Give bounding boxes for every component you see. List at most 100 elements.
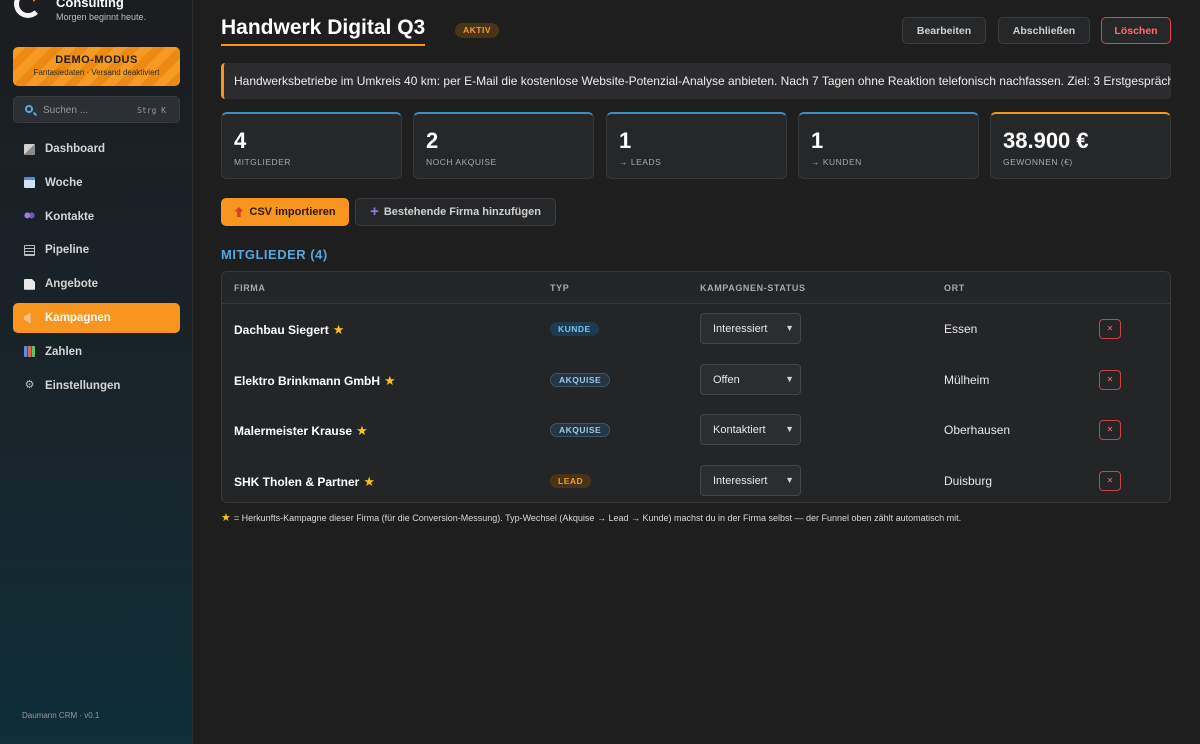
campaign-status-value: Interessiert	[713, 323, 768, 335]
column-header-firma[interactable]: FIRMA	[234, 283, 266, 293]
sidebar-item-label: Angebote	[45, 278, 99, 291]
add-company-label: Bestehende Firma hinzufügen	[383, 206, 541, 218]
stat-value: 38.900 €	[1003, 128, 1089, 153]
chart-icon	[24, 346, 35, 358]
star-icon: ★	[363, 473, 376, 489]
brand[interactable]: Consulting Morgen beginnt heute.	[12, 0, 182, 30]
sidebar: Consulting Morgen beginnt heute. DEMO-MO…	[0, 0, 193, 744]
column-header-typ[interactable]: TYP	[550, 283, 569, 293]
campaign-description: Handwerksbetriebe im Umkreis 40 km: per …	[221, 63, 1171, 99]
logo-icon	[14, 0, 42, 18]
stat-value: 2	[426, 128, 439, 153]
sidebar-item-label: Kampagnen	[45, 311, 111, 324]
stat-card-won: 38.900 € GEWONNEN (€)	[990, 112, 1171, 179]
column-header-ort[interactable]: ORT	[944, 283, 965, 293]
campaign-status-value: Offen	[713, 373, 740, 386]
company-name: Malermeister Krause	[234, 424, 353, 438]
type-badge: LEAD	[550, 473, 592, 488]
app-version: Daumann CRM · v0.1	[22, 711, 100, 720]
location: Duisburg	[944, 473, 993, 488]
remove-member-button[interactable]: ✕	[1099, 470, 1121, 491]
sidebar-item-dashboard[interactable]: Dashboard	[13, 134, 180, 164]
sidebar-item-angebote[interactable]: Angebote	[13, 269, 180, 299]
stat-card-acquisition: 2 NOCH AKQUISE	[413, 112, 594, 179]
demo-mode-banner: DEMO-MODUS Fantasiedaten · Versand deakt…	[13, 47, 180, 86]
chevron-down-icon: ▼	[785, 424, 794, 434]
csv-import-button[interactable]: CSV importieren	[221, 198, 349, 226]
stat-value: 4	[234, 128, 247, 153]
brand-name: Consulting	[56, 0, 124, 10]
location: Oberhausen	[944, 423, 1011, 437]
remove-member-button[interactable]: ✕	[1099, 369, 1121, 390]
company-link[interactable]: Dachbau Siegert ★	[234, 322, 344, 338]
demo-mode-title: DEMO-MODUS	[55, 54, 138, 66]
finish-button[interactable]: Abschließen	[998, 17, 1090, 44]
campaign-status-select[interactable]: Interessiert ▼	[700, 464, 801, 496]
chevron-down-icon: ▼	[785, 474, 794, 485]
sidebar-item-woche[interactable]: Woche	[13, 168, 180, 198]
sidebar-item-label: Zahlen	[45, 345, 83, 358]
campaign-status-select[interactable]: Interessiert ▼	[700, 313, 801, 344]
type-badge: KUNDE	[550, 322, 599, 336]
column-header-status[interactable]: KAMPAGNEN-STATUS	[700, 283, 806, 293]
sidebar-item-kampagnen[interactable]: Kampagnen	[13, 302, 180, 333]
sidebar-nav: Dashboard Woche Kontakte Pipeline Angebo…	[13, 134, 180, 404]
csv-import-label: CSV importieren	[249, 206, 336, 218]
star-icon: ★	[356, 423, 368, 438]
star-icon: ★	[221, 512, 231, 524]
stat-label: NOCH AKQUISE	[426, 157, 497, 167]
pipeline-icon	[24, 244, 35, 256]
table-header: FIRMA TYP KAMPAGNEN-STATUS ORT	[222, 272, 1170, 304]
brand-tagline: Morgen beginnt heute.	[56, 12, 147, 22]
remove-member-button[interactable]: ✕	[1099, 319, 1121, 339]
search-shortcut: Strg K	[137, 106, 166, 115]
stat-card-members: 4 MITGLIEDER	[221, 112, 402, 179]
add-company-button[interactable]: + Bestehende Firma hinzufügen	[355, 198, 556, 226]
location: Mülheim	[944, 372, 990, 387]
sidebar-item-einstellungen[interactable]: ⚙ Einstellungen	[13, 371, 180, 401]
company-name: SHK Tholen & Partner	[234, 474, 360, 489]
edit-button[interactable]: Bearbeiten	[902, 17, 986, 44]
upload-icon	[234, 207, 244, 217]
sidebar-item-label: Einstellungen	[45, 379, 121, 392]
company-name: Dachbau Siegert	[234, 323, 329, 337]
company-link[interactable]: Malermeister Krause ★	[234, 423, 368, 439]
sidebar-item-label: Dashboard	[45, 143, 106, 155]
main-content: Handwerk Digital Q3 AKTIV Bearbeiten Abs…	[193, 0, 1200, 744]
plus-icon: +	[370, 203, 379, 220]
company-link[interactable]: SHK Tholen & Partner ★	[234, 474, 375, 490]
campaign-status-select[interactable]: Kontaktiert ▼	[700, 414, 801, 445]
stat-card-customers: 1 → KUNDEN	[798, 112, 979, 179]
footnote-text: = Herkunfts-Kampagne dieser Firma (für d…	[233, 513, 962, 523]
calendar-icon	[24, 177, 35, 189]
stat-value: 1	[619, 128, 632, 153]
search-input[interactable]: Suchen ... Strg K	[13, 96, 180, 123]
search-placeholder: Suchen ...	[43, 105, 89, 116]
status-badge: AKTIV	[455, 23, 499, 38]
type-badge: AKQUISE	[550, 423, 611, 437]
table-row: Elektro Brinkmann GmbH ★ AKQUISE Offen ▼ M…	[222, 355, 1170, 406]
stat-card-leads: 1 → LEADS	[606, 112, 787, 179]
company-name: Elektro Brinkmann GmbH	[234, 373, 381, 388]
stat-label: GEWONNEN (€)	[1003, 157, 1073, 167]
sidebar-item-kontakte[interactable]: Kontakte	[13, 202, 180, 232]
company-link[interactable]: Elektro Brinkmann GmbH ★	[234, 373, 396, 389]
search-icon	[25, 105, 33, 113]
demo-mode-subtitle: Fantasiedaten · Versand deaktiviert	[33, 68, 160, 77]
campaign-status-value: Kontaktiert	[713, 424, 766, 436]
star-icon: ★	[332, 322, 345, 337]
campaign-status-select[interactable]: Offen ▼	[700, 363, 801, 395]
contacts-icon	[24, 211, 35, 223]
stat-label: → LEADS	[619, 157, 662, 167]
members-title: MITGLIEDER (4)	[221, 247, 328, 262]
delete-button[interactable]: Löschen	[1101, 17, 1171, 44]
stat-label: MITGLIEDER	[234, 157, 291, 167]
sidebar-item-label: Woche	[45, 176, 83, 189]
page-title: Handwerk Digital Q3	[221, 16, 426, 46]
sidebar-item-label: Pipeline	[45, 244, 90, 257]
table-row: Dachbau Siegert ★ KUNDE Interessiert ▼ Ess…	[222, 304, 1170, 355]
sidebar-item-pipeline[interactable]: Pipeline	[13, 235, 180, 265]
table-row: SHK Tholen & Partner ★ LEAD Interessiert ▼…	[222, 456, 1170, 503]
remove-member-button[interactable]: ✕	[1099, 420, 1121, 440]
sidebar-item-zahlen[interactable]: Zahlen	[13, 337, 180, 367]
